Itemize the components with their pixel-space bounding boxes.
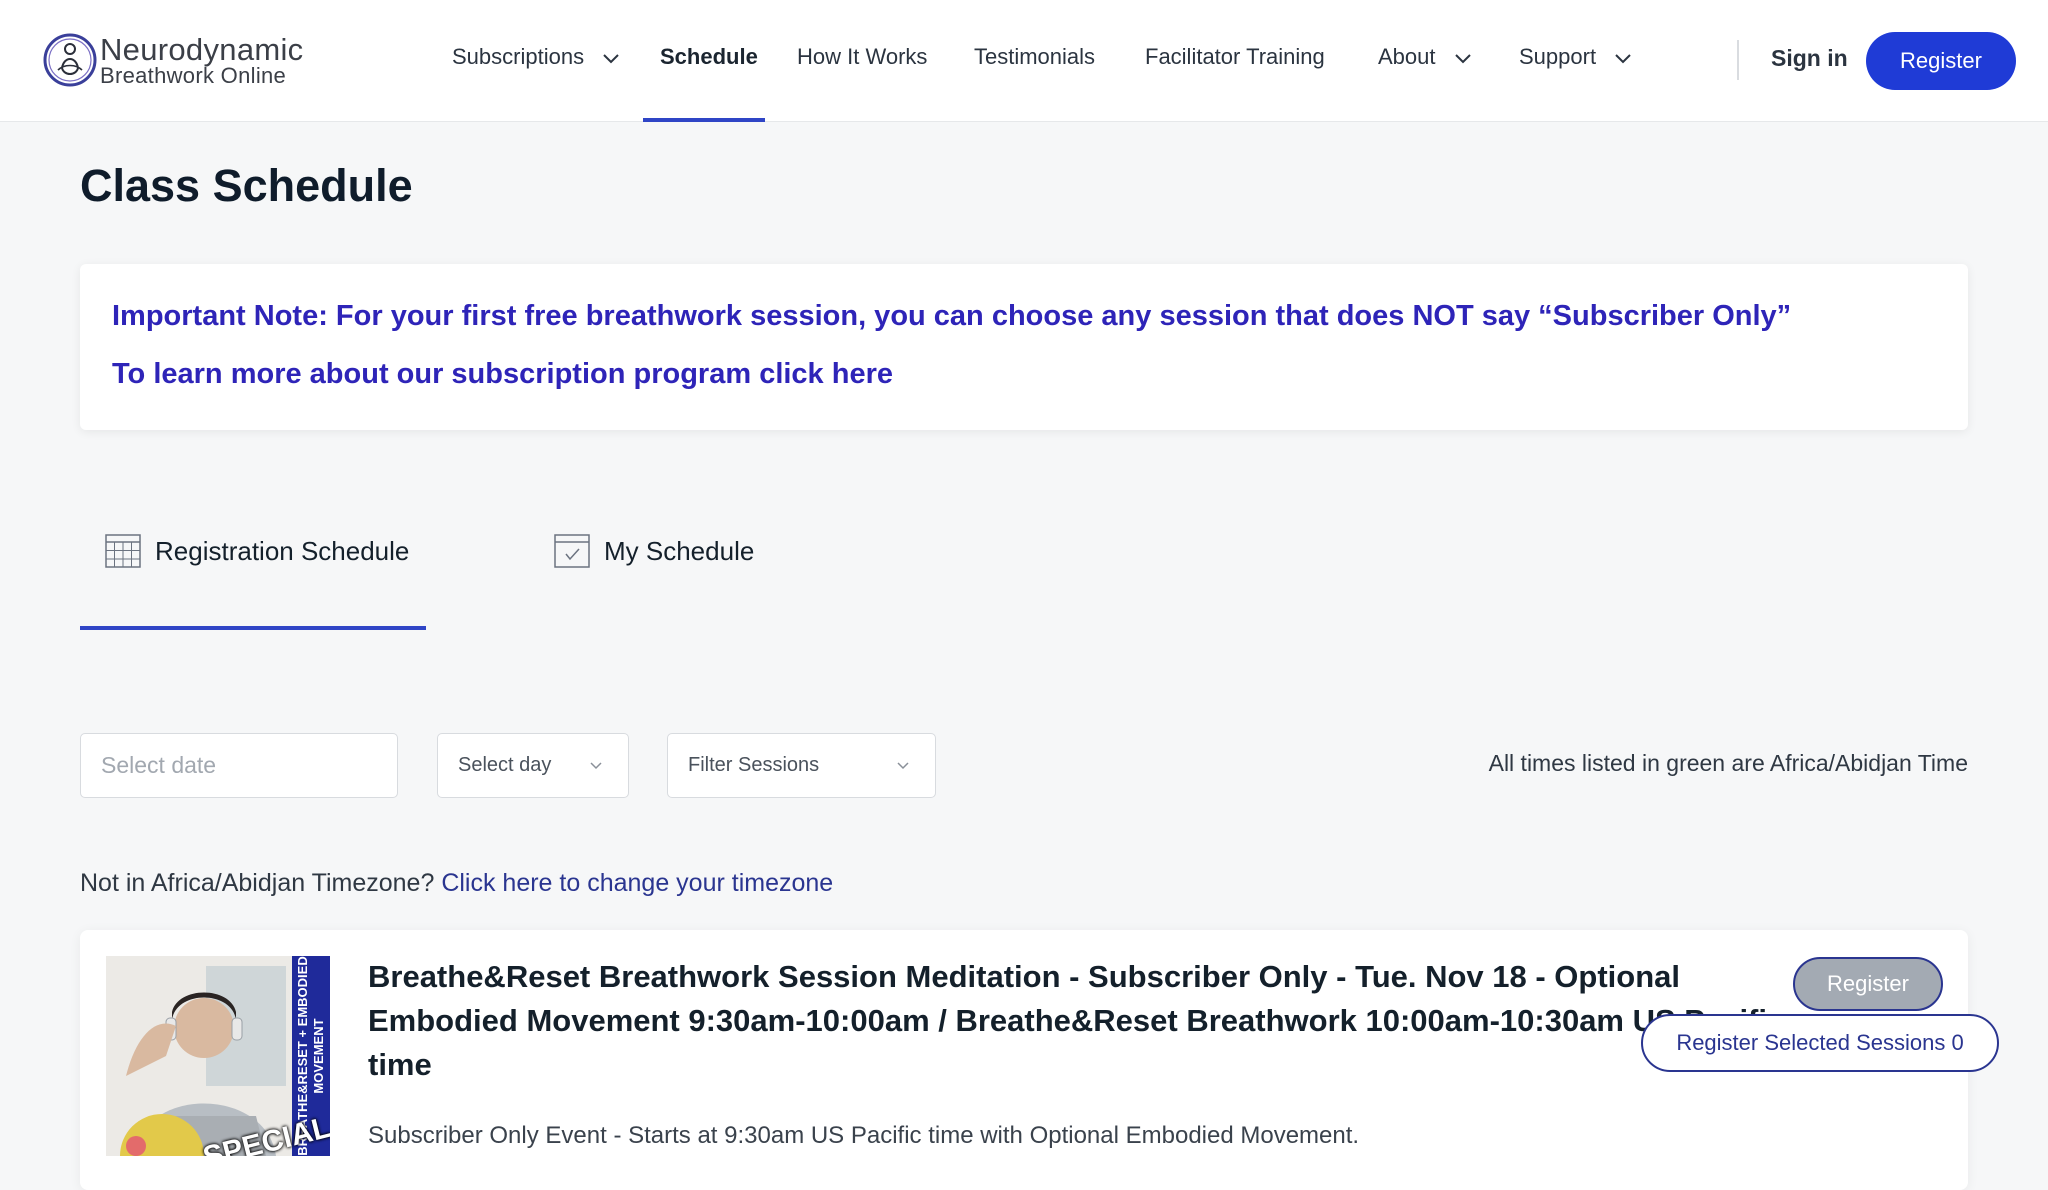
sign-in-link[interactable]: Sign in xyxy=(1771,45,1848,72)
session-description: Subscriber Only Event - Starts at 9:30am… xyxy=(368,1122,1360,1149)
nav-testimonials[interactable]: Testimonials xyxy=(974,44,1095,70)
logo-subtitle: Breathwork Online xyxy=(100,62,287,88)
subscription-info-link[interactable]: To learn more about our subscription pro… xyxy=(112,358,893,391)
tab-active-indicator xyxy=(80,626,426,630)
register-button[interactable]: Register xyxy=(1866,32,2016,90)
logo-title: Neurodynamic xyxy=(100,31,304,67)
chevron-down-icon xyxy=(603,54,619,64)
nav-divider xyxy=(1737,40,1739,80)
calendar-check-icon xyxy=(554,534,590,568)
session-title[interactable]: Breathe&Reset Breathwork Session Meditat… xyxy=(368,955,1788,1087)
session-thumbnail: BREATHE&RESET + EMBODIED MOVEMENT SPECIA… xyxy=(106,956,330,1156)
nav-schedule[interactable]: Schedule xyxy=(660,44,758,70)
select-date-input[interactable]: Select date xyxy=(80,733,398,798)
site-logo[interactable]: Neurodynamic Breathwork Online xyxy=(42,32,303,88)
tab-my-schedule[interactable]: My Schedule xyxy=(554,534,754,568)
chevron-down-icon xyxy=(1454,54,1471,64)
tab-registration-schedule[interactable]: Registration Schedule xyxy=(105,534,409,568)
logo-mark-icon xyxy=(43,33,97,87)
tab-label: Registration Schedule xyxy=(155,535,410,566)
chevron-down-icon xyxy=(897,762,909,770)
nav-active-indicator xyxy=(643,118,765,122)
timezone-prompt: Not in Africa/Abidjan Timezone? xyxy=(80,869,442,897)
filter-sessions-dropdown[interactable]: Filter Sessions xyxy=(667,733,936,798)
calendar-grid-icon xyxy=(105,534,141,568)
change-timezone-link[interactable]: Click here to change your timezone xyxy=(441,869,833,897)
important-note-box: Important Note: For your first free brea… xyxy=(80,264,1968,430)
chevron-down-icon xyxy=(590,762,602,770)
nav-facilitator-training[interactable]: Facilitator Training xyxy=(1145,44,1325,70)
nav-about[interactable]: About xyxy=(1378,44,1472,70)
tab-label: My Schedule xyxy=(604,535,755,566)
page-title: Class Schedule xyxy=(80,160,413,211)
site-header: Neurodynamic Breathwork Online Subscript… xyxy=(0,0,2048,122)
timezone-note: All times listed in green are Africa/Abi… xyxy=(1488,750,1968,776)
timezone-change-row: Not in Africa/Abidjan Timezone? Click he… xyxy=(80,869,833,898)
session-register-button[interactable]: Register xyxy=(1793,957,1943,1011)
nav-support[interactable]: Support xyxy=(1519,44,1632,70)
nav-subscriptions[interactable]: Subscriptions xyxy=(452,44,620,70)
nav-how-it-works[interactable]: How It Works xyxy=(797,44,927,70)
register-selected-sessions-button[interactable]: Register Selected Sessions 0 xyxy=(1641,1014,1999,1072)
important-note-text: Important Note: For your first free brea… xyxy=(112,300,1792,332)
select-day-dropdown[interactable]: Select day xyxy=(437,733,629,798)
chevron-down-icon xyxy=(1615,54,1631,64)
